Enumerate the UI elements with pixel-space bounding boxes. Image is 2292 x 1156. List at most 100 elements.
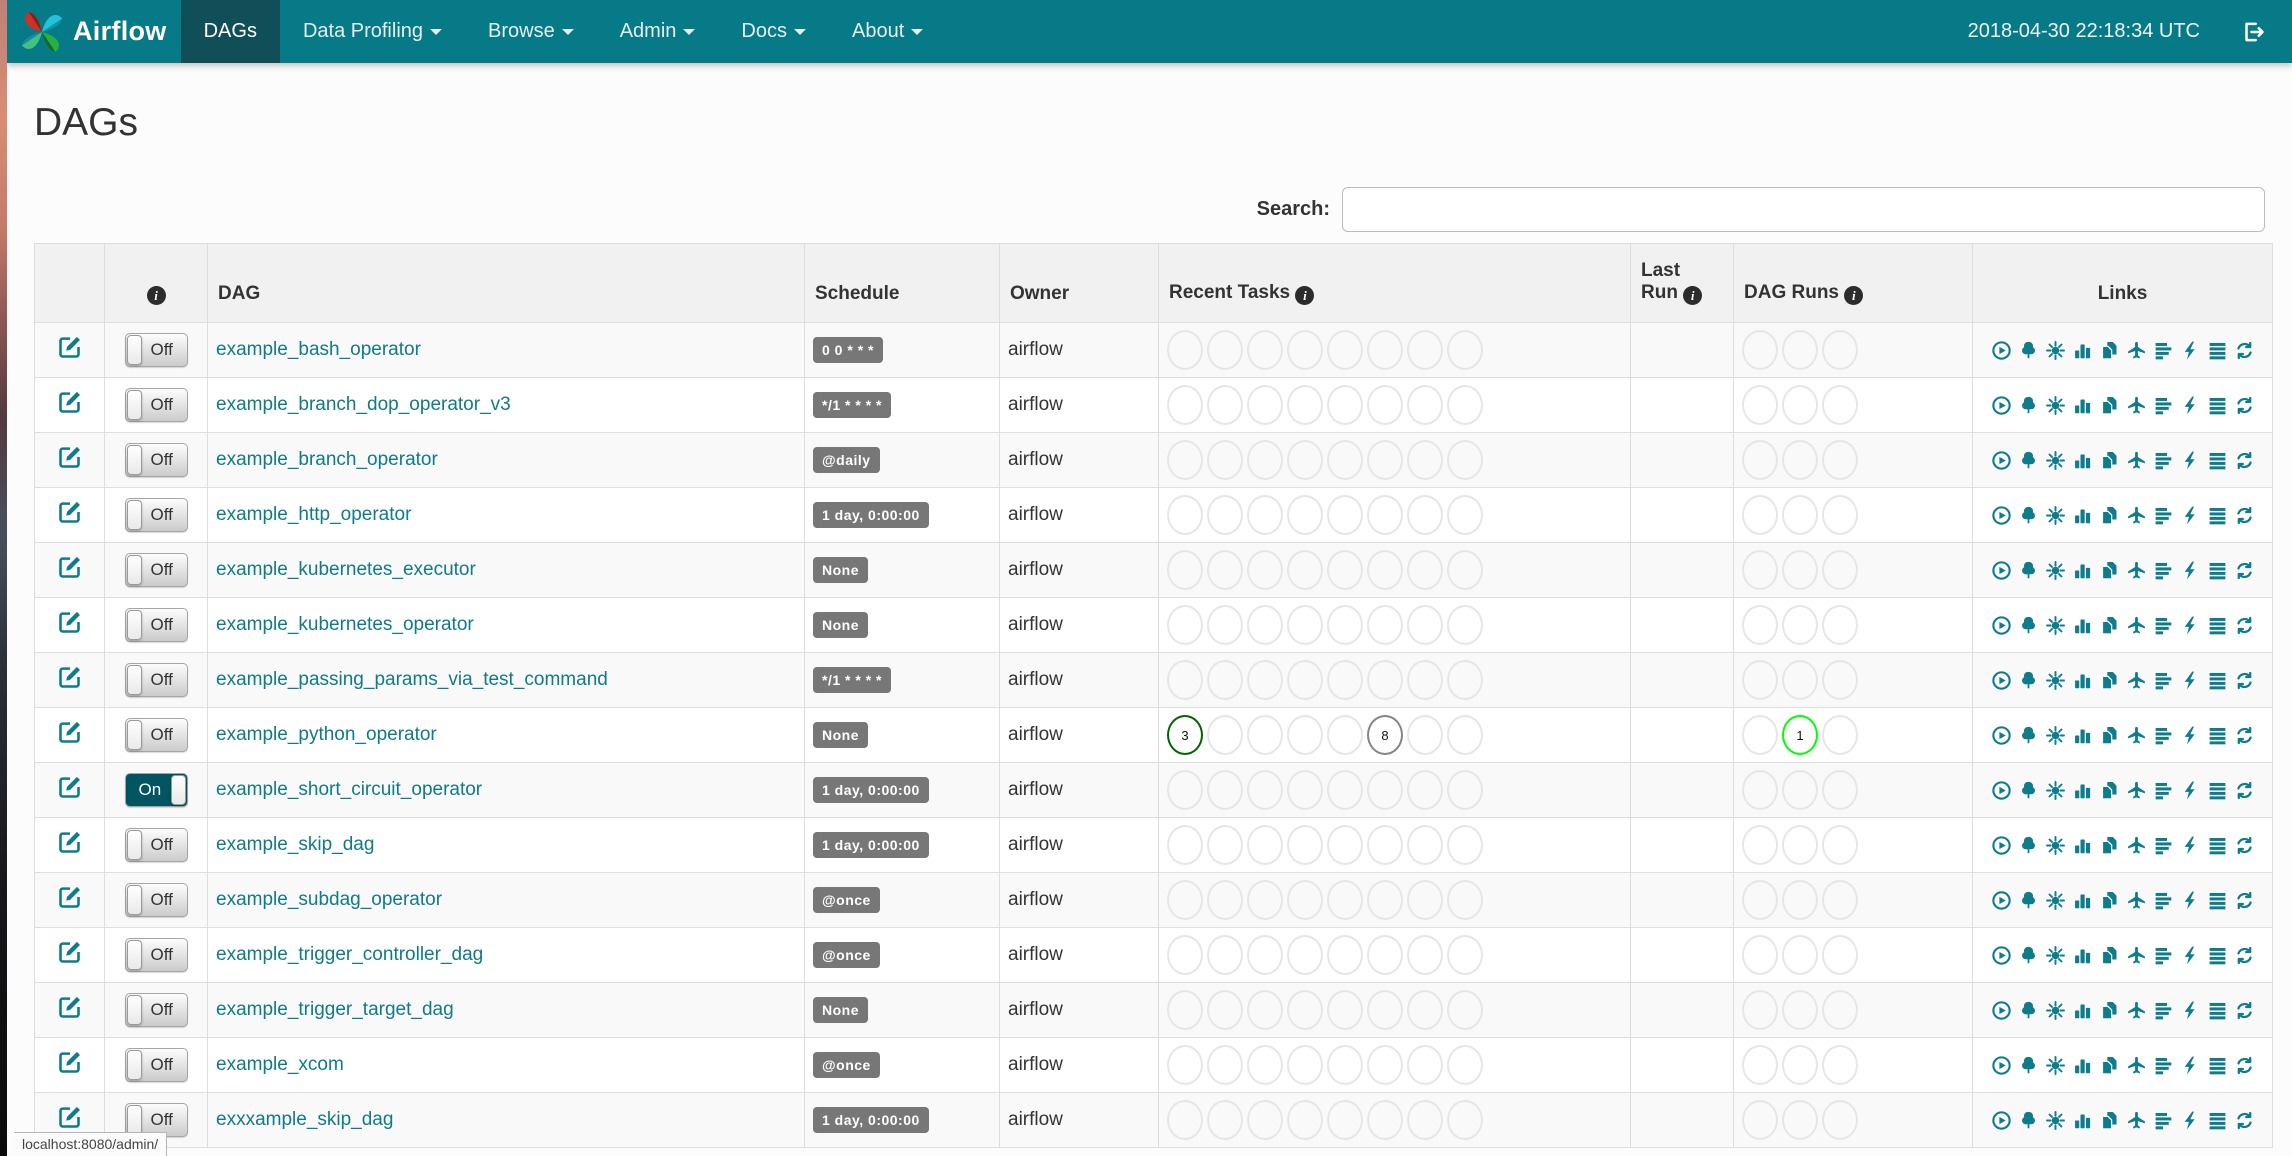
code-icon[interactable] — [2180, 395, 2201, 416]
task-state-circle[interactable] — [1367, 935, 1403, 975]
gantt-icon[interactable] — [2153, 340, 2174, 361]
refresh-icon[interactable] — [2234, 725, 2255, 746]
edit-dag-icon[interactable] — [56, 1104, 83, 1131]
code-icon[interactable] — [2180, 670, 2201, 691]
dag-pause-toggle[interactable]: Off — [124, 993, 188, 1027]
task-state-circle[interactable] — [1247, 825, 1283, 865]
task-tries-icon[interactable] — [2099, 615, 2120, 636]
task-duration-icon[interactable] — [2072, 1000, 2093, 1021]
dag-run-circle[interactable] — [1742, 715, 1778, 755]
tree-view-icon[interactable] — [2018, 945, 2039, 966]
task-tries-icon[interactable] — [2099, 1000, 2120, 1021]
schedule-badge[interactable]: None — [813, 997, 868, 1023]
header-dag[interactable]: DAG — [207, 243, 805, 323]
dag-link[interactable]: example_branch_dop_operator_v3 — [216, 394, 511, 415]
tree-view-icon[interactable] — [2018, 1055, 2039, 1076]
task-state-circle[interactable] — [1407, 715, 1443, 755]
task-state-circle[interactable] — [1207, 385, 1243, 425]
landing-times-icon[interactable] — [2126, 670, 2147, 691]
logs-icon[interactable] — [2207, 670, 2228, 691]
task-tries-icon[interactable] — [2099, 560, 2120, 581]
task-state-circle[interactable] — [1367, 990, 1403, 1030]
task-tries-icon[interactable] — [2099, 505, 2120, 526]
search-input[interactable] — [1342, 187, 2265, 232]
info-icon[interactable]: i — [1683, 286, 1703, 305]
task-state-circle[interactable] — [1367, 550, 1403, 590]
dag-link[interactable]: example_xcom — [216, 1054, 344, 1075]
schedule-badge[interactable]: @once — [813, 942, 880, 968]
gantt-icon[interactable] — [2153, 560, 2174, 581]
refresh-icon[interactable] — [2234, 835, 2255, 856]
trigger-dag-icon[interactable] — [1991, 670, 2012, 691]
dag-link[interactable]: example_bash_operator — [216, 339, 421, 360]
task-state-circle[interactable] — [1247, 440, 1283, 480]
tree-view-icon[interactable] — [2018, 615, 2039, 636]
task-state-circle[interactable] — [1287, 1100, 1323, 1140]
refresh-icon[interactable] — [2234, 1110, 2255, 1131]
dag-run-circle[interactable] — [1782, 1100, 1818, 1140]
graph-view-icon[interactable] — [2045, 890, 2066, 911]
task-state-circle[interactable] — [1207, 1045, 1243, 1085]
task-duration-icon[interactable] — [2072, 835, 2093, 856]
task-state-circle[interactable] — [1447, 1100, 1483, 1140]
tree-view-icon[interactable] — [2018, 725, 2039, 746]
task-state-circle[interactable] — [1407, 825, 1443, 865]
gantt-icon[interactable] — [2153, 670, 2174, 691]
task-state-circle[interactable] — [1207, 770, 1243, 810]
task-state-circle[interactable] — [1327, 770, 1363, 810]
dag-run-circle[interactable] — [1822, 385, 1858, 425]
task-duration-icon[interactable] — [2072, 340, 2093, 361]
task-state-circle[interactable] — [1407, 770, 1443, 810]
dag-pause-toggle[interactable]: Off — [124, 498, 188, 532]
edit-dag-icon[interactable] — [56, 389, 83, 416]
dag-link[interactable]: example_python_operator — [216, 724, 437, 745]
graph-view-icon[interactable] — [2045, 945, 2066, 966]
task-tries-icon[interactable] — [2099, 340, 2120, 361]
refresh-icon[interactable] — [2234, 670, 2255, 691]
task-tries-icon[interactable] — [2099, 1110, 2120, 1131]
edit-dag-icon[interactable] — [56, 829, 83, 856]
logs-icon[interactable] — [2207, 615, 2228, 636]
refresh-icon[interactable] — [2234, 615, 2255, 636]
edit-dag-icon[interactable] — [56, 554, 83, 581]
task-state-circle[interactable] — [1167, 605, 1203, 645]
task-state-circle[interactable] — [1287, 605, 1323, 645]
edit-dag-icon[interactable] — [56, 664, 83, 691]
dag-pause-toggle[interactable]: Off — [124, 1048, 188, 1082]
trigger-dag-icon[interactable] — [1991, 395, 2012, 416]
trigger-dag-icon[interactable] — [1991, 505, 2012, 526]
code-icon[interactable] — [2180, 1000, 2201, 1021]
task-state-circle[interactable] — [1407, 550, 1443, 590]
task-duration-icon[interactable] — [2072, 725, 2093, 746]
task-state-circle[interactable] — [1287, 770, 1323, 810]
task-state-circle[interactable] — [1167, 990, 1203, 1030]
dag-link[interactable]: example_branch_operator — [216, 449, 438, 470]
refresh-icon[interactable] — [2234, 560, 2255, 581]
landing-times-icon[interactable] — [2126, 615, 2147, 636]
dag-run-circle[interactable] — [1822, 1100, 1858, 1140]
trigger-dag-icon[interactable] — [1991, 615, 2012, 636]
logs-icon[interactable] — [2207, 945, 2228, 966]
dag-run-circle[interactable] — [1782, 330, 1818, 370]
logs-icon[interactable] — [2207, 505, 2228, 526]
task-state-circle[interactable] — [1407, 990, 1443, 1030]
dag-run-circle[interactable] — [1782, 660, 1818, 700]
gantt-icon[interactable] — [2153, 395, 2174, 416]
edit-dag-icon[interactable] — [56, 499, 83, 526]
dag-run-circle[interactable] — [1742, 990, 1778, 1030]
schedule-badge[interactable]: 0 0 * * * — [813, 337, 883, 363]
trigger-dag-icon[interactable] — [1991, 1055, 2012, 1076]
code-icon[interactable] — [2180, 560, 2201, 581]
dag-pause-toggle[interactable]: Off — [124, 553, 188, 587]
trigger-dag-icon[interactable] — [1991, 340, 2012, 361]
task-state-circle[interactable] — [1447, 990, 1483, 1030]
dag-link[interactable]: example_trigger_target_dag — [216, 999, 454, 1020]
task-state-circle[interactable] — [1447, 715, 1483, 755]
schedule-badge[interactable]: */1 * * * * — [813, 667, 891, 693]
task-state-circle[interactable] — [1367, 1100, 1403, 1140]
header-owner[interactable]: Owner — [999, 243, 1159, 323]
dag-run-circle[interactable] — [1822, 1045, 1858, 1085]
task-state-circle[interactable] — [1167, 880, 1203, 920]
task-duration-icon[interactable] — [2072, 780, 2093, 801]
task-state-circle[interactable] — [1247, 330, 1283, 370]
